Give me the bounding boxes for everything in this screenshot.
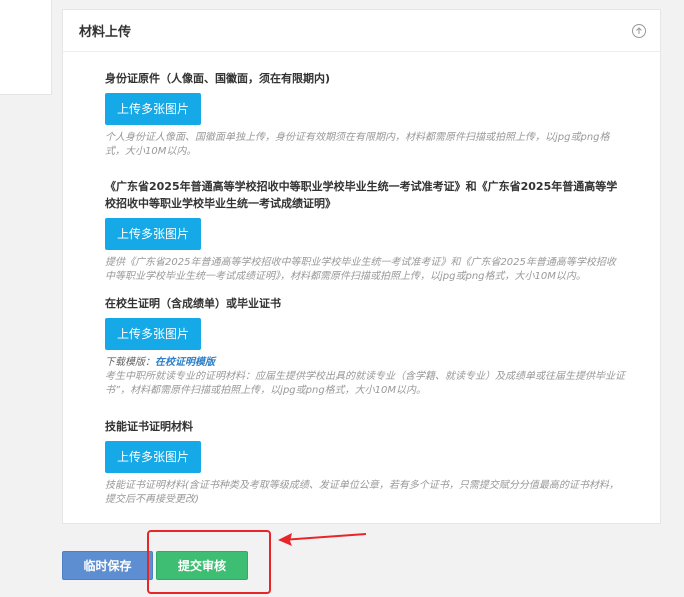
- card-header: 材料上传: [63, 10, 660, 52]
- arrow-up-icon: [636, 26, 642, 34]
- upload-exam-certificate-button[interactable]: 上传多张图片: [105, 218, 201, 250]
- section-hint: 考生中职所就读专业的证明材料：应届生提供学校出具的就读专业（含学籍、就读专业）及…: [105, 371, 625, 396]
- section-hint: 提供《广东省2025年普通高等学校招收中等职业学校毕业生统一考试准考证》和《广东…: [105, 257, 616, 282]
- section-id-card: 身份证原件（人像面、国徽面，须在有限期内) 上传多张图片 个人身份证人像面、国徽…: [105, 70, 625, 159]
- download-label: 下载模版：: [105, 357, 155, 368]
- material-upload-card: 材料上传 身份证原件（人像面、国徽面，须在有限期内) 上传多张图片 个人身份证人…: [62, 9, 661, 524]
- upload-skill-certificate-button[interactable]: 上传多张图片: [105, 441, 201, 473]
- section-hint: 个人身份证人像面、国徽面单独上传，身份证有效期须在有限期内，材料都需原件扫描或拍…: [105, 132, 610, 157]
- download-row: 下载模版：在校证明模版: [105, 356, 625, 370]
- highlight-box: [147, 530, 271, 594]
- section-label: 技能证书证明材料: [105, 420, 193, 433]
- upload-school-certificate-button[interactable]: 上传多张图片: [105, 318, 201, 350]
- section-school-certificate: 在校生证明（含成绩单）或毕业证书 上传多张图片 下载模版：在校证明模版 考生中职…: [105, 295, 625, 398]
- collapse-up-icon[interactable]: [632, 23, 646, 38]
- left-panel: [0, 0, 52, 95]
- section-skill-certificate: 技能证书证明材料 上传多张图片 技能证书证明材料(含证书种类及考取等级成绩、发证…: [105, 418, 625, 507]
- section-label: 《广东省2025年普通高等学校招收中等职业学校毕业生统一考试准考证》和《广东省2…: [105, 180, 618, 210]
- section-hint: 技能证书证明材料(含证书种类及考取等级成绩、发证单位公章，若有多个证书，只需提交…: [105, 480, 619, 505]
- section-label: 在校生证明（含成绩单）或毕业证书: [105, 297, 281, 310]
- section-exam-certificate: 《广东省2025年普通高等学校招收中等职业学校毕业生统一考试准考证》和《广东省2…: [105, 178, 625, 284]
- section-label: 身份证原件（人像面、国徽面，须在有限期内): [105, 72, 331, 85]
- temporary-save-button[interactable]: 临时保存: [62, 551, 153, 580]
- upload-id-card-button[interactable]: 上传多张图片: [105, 93, 201, 125]
- annotation-arrow-icon: [278, 533, 367, 546]
- download-template-link[interactable]: 在校证明模版: [155, 357, 215, 368]
- card-title: 材料上传: [79, 25, 132, 40]
